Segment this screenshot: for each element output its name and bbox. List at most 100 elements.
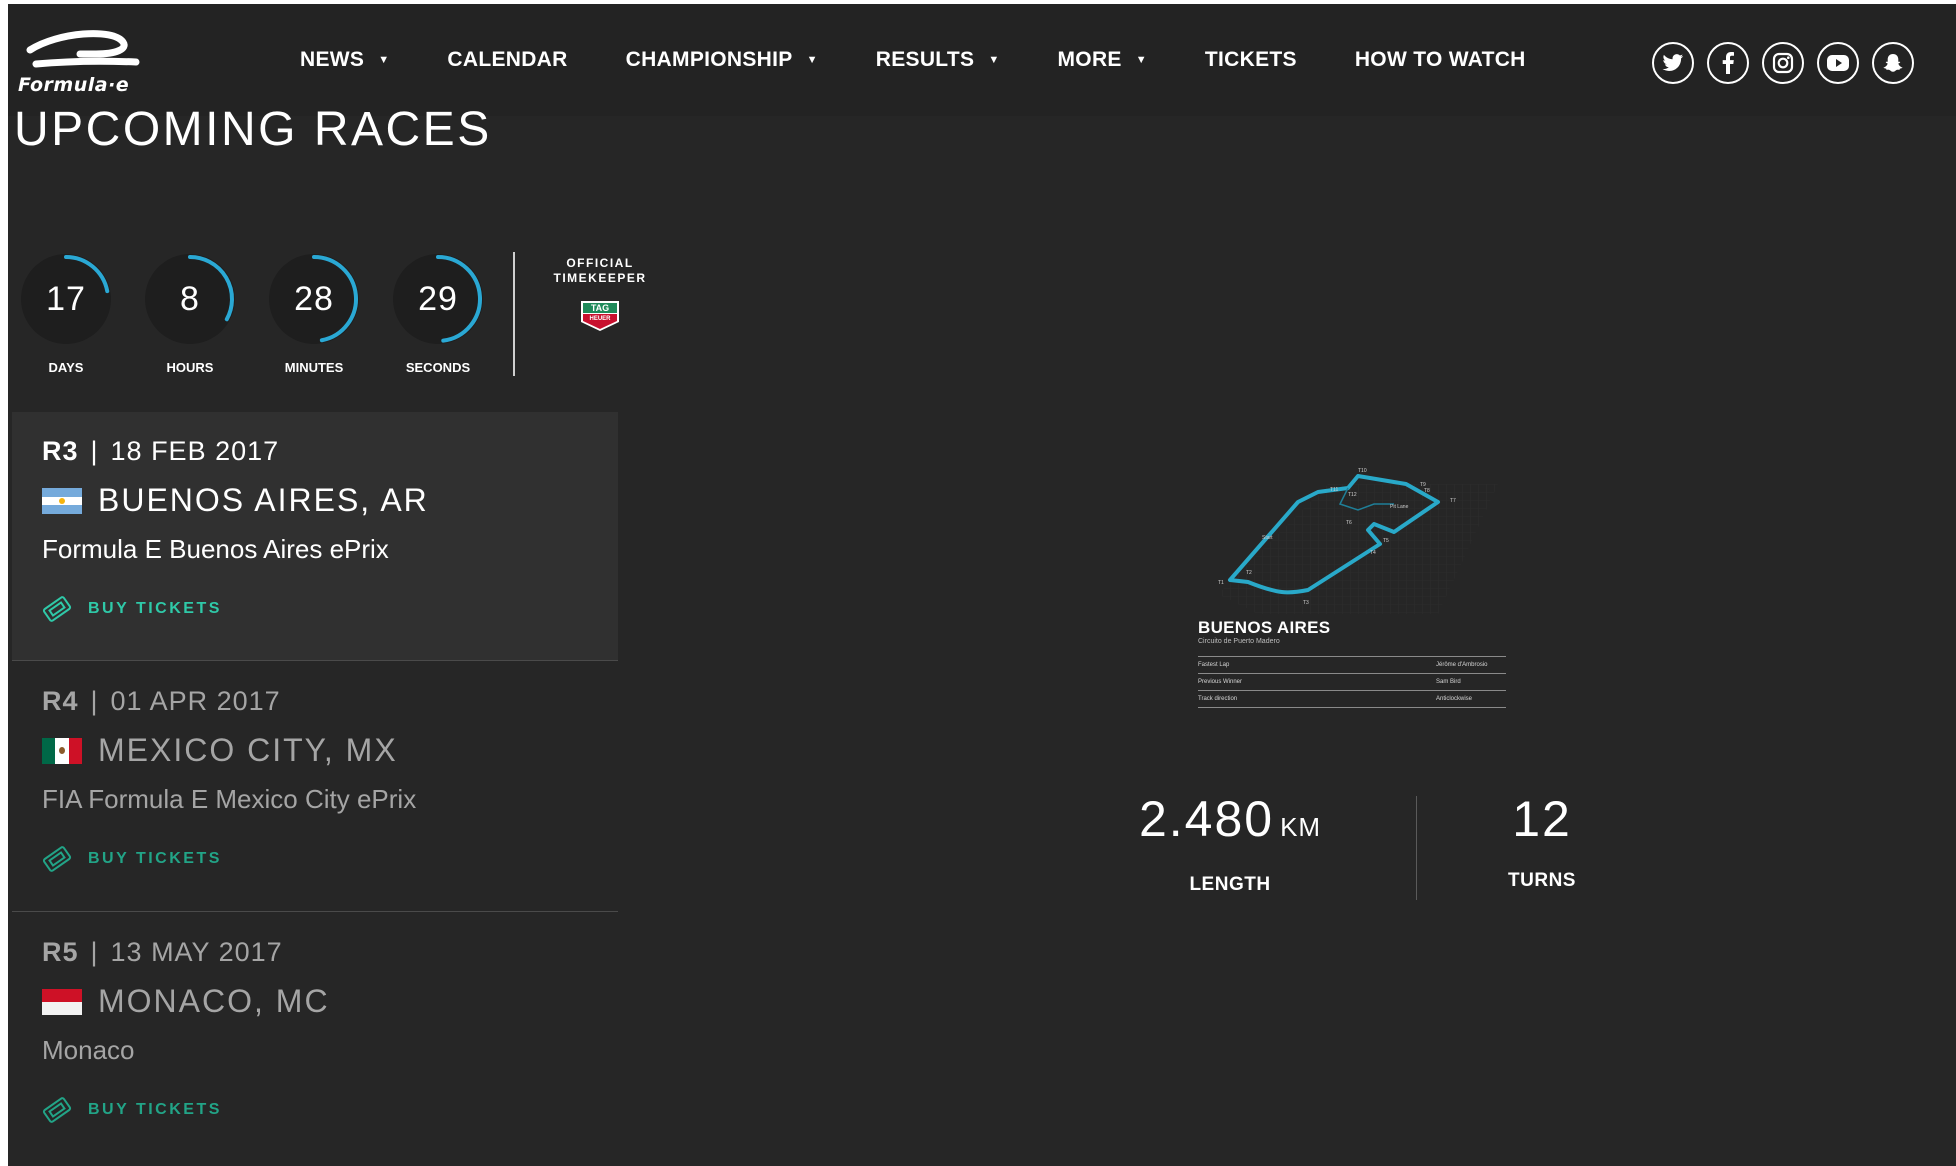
snapchat-icon[interactable] [1872,42,1914,84]
track-turns-label: TURNS [1508,870,1576,891]
nav-news[interactable]: NEWS ▼ [300,48,389,72]
countdown-ring: 8 [145,254,235,344]
race-card-r3[interactable]: R3 | 18 FEB 2017 BUENOS AIRES, AR Formula … [12,412,618,660]
turn-label: T12 [1348,492,1357,498]
nav-calendar-label: CALENDAR [447,48,568,71]
turn-label: T10 [1358,468,1367,474]
turn-label: T9 [1420,482,1426,488]
track-length-label: LENGTH [1189,874,1271,895]
monaco-flag-icon [42,988,82,1015]
twitter-icon[interactable] [1652,42,1694,84]
nav-news-label: NEWS [300,48,365,71]
race-event-name: Monaco [42,1035,135,1065]
nav-how-to-watch[interactable]: HOW TO WATCH [1355,48,1526,72]
turn-label: T2 [1246,570,1252,576]
turn-label: T8 [1424,488,1430,494]
race-round: R4 [42,686,79,716]
race-date: 13 MAY 2017 [110,937,283,967]
chevron-down-icon: ▼ [988,54,1000,66]
race-header: R5 | 13 MAY 2017 [42,937,283,968]
chevron-down-icon: ▼ [1135,54,1147,66]
turn-label: T1 [1218,580,1224,586]
race-date: 01 APR 2017 [110,686,281,716]
countdown-minutes-label: MINUTES [284,360,344,375]
countdown-days: 17 DAYS [16,254,116,375]
track-length-unit: KM [1280,812,1322,842]
official-timekeeper: OFFICIAL TIMEKEEPER TAG HEUER [540,256,660,336]
tag-heuer-logo-tag: TAG [591,303,609,313]
nav-championship-label: CHAMPIONSHIP [625,48,793,71]
countdown-hours-value: 8 [180,280,200,318]
race-city: BUENOS AIRES, AR [98,482,429,518]
buy-tickets-link[interactable]: BUY TICKETS [42,1097,222,1123]
race-divider [12,911,618,912]
chevron-down-icon: ▼ [806,54,818,66]
nav-championship[interactable]: CHAMPIONSHIP ▼ [626,48,818,72]
buy-tickets-link[interactable]: BUY TICKETS [42,596,222,622]
turn-label: T11 [1330,487,1338,493]
instagram-icon[interactable] [1762,42,1804,84]
race-date: 18 FEB 2017 [110,436,280,466]
countdown-hours-label: HOURS [166,360,214,375]
buy-tickets-link[interactable]: BUY TICKETS [42,846,222,872]
race-city: MONACO, MC [98,983,330,1019]
stat-divider [1416,796,1417,900]
race-location: BUENOS AIRES, AR [42,482,429,519]
start-label: Start [1262,535,1273,541]
argentina-flag-icon [42,487,82,514]
timekeeper-line2: TIMEKEEPER [553,271,647,285]
countdown-ring: 29 [393,254,483,344]
tag-heuer-logo-heuer: HEUER [589,316,611,322]
track-info-label: Fastest Lap [1198,662,1230,668]
race-header: R3 | 18 FEB 2017 [42,436,279,467]
timekeeper-line1: OFFICIAL [566,256,634,270]
buy-tickets-label: BUY TICKETS [88,850,222,867]
race-header: R4 | 01 APR 2017 [42,686,281,717]
race-location: MEXICO CITY, MX [42,732,398,769]
track-turns-stat: 12 TURNS [1442,794,1642,892]
tag-heuer-logo: TAG HEUER [581,301,619,331]
countdown-seconds: 29 SECONDS [388,254,488,375]
turn-label: T6 [1346,520,1352,526]
race-divider [12,660,618,661]
nav-how-to-watch-label: HOW TO WATCH [1354,48,1526,71]
race-card-r4[interactable]: R4 | 01 APR 2017 MEXICO CITY, MX FIA Formu… [12,662,618,910]
race-round: R3 [42,436,79,466]
turn-label: T7 [1450,498,1456,504]
race-round: R5 [42,937,79,967]
race-card-r5[interactable]: R5 | 13 MAY 2017 MONACO, MC Monaco BUY TIC… [12,913,618,1161]
social-links [1652,42,1927,84]
page-title: UPCOMING RACES [14,103,492,156]
pit-lane-label: Pit Lane [1390,504,1409,510]
page-frame: Formula·e NEWS ▼ CALENDAR CHAMPIONSHIP ▼ R… [8,4,1956,1166]
nav-results-label: RESULTS [875,48,975,71]
nav-more-label: MORE [1057,48,1122,71]
nav-more[interactable]: MORE ▼ [1058,48,1147,72]
track-info-row: Previous Winner Sam Bird [1198,673,1506,690]
separator: | [90,686,99,716]
top-navigation: Formula·e NEWS ▼ CALENDAR CHAMPIONSHIP ▼ R… [8,4,1956,116]
youtube-icon[interactable] [1817,42,1859,84]
turn-label: T5 [1383,538,1389,544]
countdown-minutes: 28 MINUTES [264,254,364,375]
facebook-icon[interactable] [1707,42,1749,84]
countdown-divider [513,252,515,376]
track-info-value: Anticlockwise [1436,696,1473,702]
track-info-label: Previous Winner [1198,679,1243,685]
race-location: MONACO, MC [42,983,330,1020]
countdown-seconds-value: 29 [418,280,458,318]
formula-e-logo[interactable]: Formula·e [18,24,148,104]
track-length-stat: 2.480 KM LENGTH [1130,794,1330,896]
track-turns-value: 12 [1512,791,1572,847]
turn-label: T3 [1303,600,1309,606]
countdown-ring: 28 [269,254,359,344]
track-length-value: 2.480 [1138,791,1275,847]
mexico-flag-icon [42,737,82,764]
countdown-ring: 17 [21,254,111,344]
countdown-days-label: DAYS [48,360,84,375]
nav-tickets-label: TICKETS [1204,48,1297,71]
nav-tickets[interactable]: TICKETS [1205,48,1297,72]
race-countdown: 17 DAYS 8 HOURS 28 MINUTES 29 SECONDS [8,254,528,384]
nav-results[interactable]: RESULTS ▼ [876,48,1000,72]
nav-calendar[interactable]: CALENDAR [447,48,567,72]
